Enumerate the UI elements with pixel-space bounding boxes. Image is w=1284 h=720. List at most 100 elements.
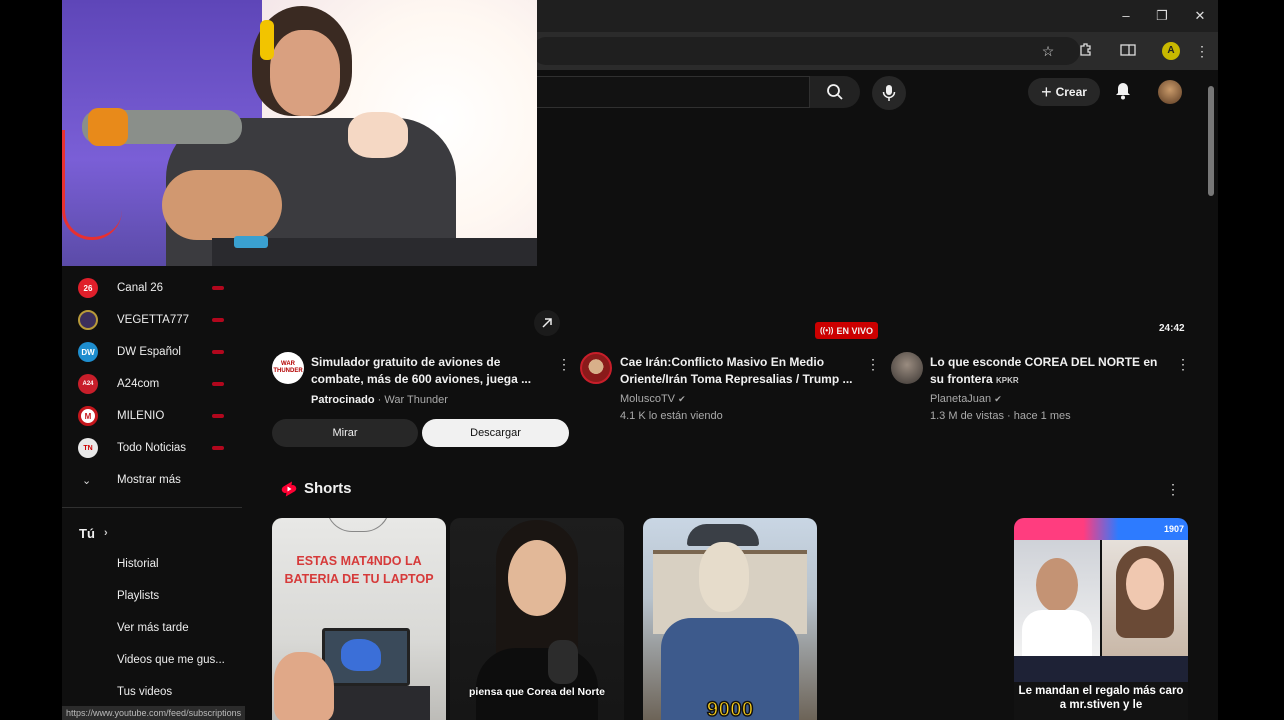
chevron-right-icon: › (104, 527, 108, 539)
create-button[interactable]: + Crear (1028, 78, 1100, 106)
sidebar-item-playlists[interactable]: Playlists (62, 582, 242, 610)
short-caption: piensa que Corea del Norte (469, 686, 605, 698)
short-item[interactable]: 1907 Le mandan el regalo más caro a mr.s… (1014, 518, 1188, 720)
keyboard-accent (234, 236, 268, 248)
live-badge: ((•)) EN VIVO (815, 322, 878, 339)
account-avatar[interactable] (1158, 80, 1182, 104)
bookmark-star-icon[interactable]: ☆ (1038, 41, 1058, 61)
close-icon[interactable]: ✕ (1190, 6, 1210, 26)
more-options-icon[interactable]: ⋮ (1176, 356, 1190, 373)
a24-logo-icon: A24 (78, 374, 98, 394)
video-title[interactable]: Cae Irán:Conflicto Masivo En Medio Orien… (620, 354, 860, 388)
sidebar-item-label: Videos que me gus... (117, 654, 225, 666)
sidebar-channel-a24[interactable]: A24 A24com (62, 370, 242, 398)
video-meta: Patrocinado · War Thunder (311, 394, 448, 406)
sidebar-item-watch-later[interactable]: Ver más tarde (62, 614, 242, 642)
channel-avatar[interactable] (580, 352, 612, 384)
face-shape (1036, 558, 1078, 612)
search-button[interactable] (810, 76, 860, 108)
short-item[interactable]: ESTAS MAT4NDO LA BATERIA DE TU LAPTOP (272, 518, 446, 720)
extensions-icon[interactable] (1076, 41, 1096, 61)
live-indicator-icon (212, 446, 224, 450)
sidebar-divider (62, 507, 242, 508)
notifications-button[interactable] (1112, 80, 1134, 102)
face-shape (508, 540, 566, 616)
sidebar-item-historial[interactable]: Historial (62, 550, 242, 578)
sidebar-item-your-videos[interactable]: Tus videos (62, 678, 242, 706)
search-input[interactable] (532, 76, 810, 108)
microphone-icon (882, 85, 896, 101)
reading-mode-icon[interactable] (1118, 41, 1138, 61)
gift-panel (1014, 656, 1188, 682)
video-title[interactable]: Simulador gratuito de aviones de combate… (311, 354, 541, 388)
more-vert-icon[interactable]: ⋮ (1192, 41, 1212, 61)
video-title[interactable]: Lo que esconde COREA DEL NORTE en su fro… (930, 354, 1166, 389)
channel-name-label: MoluscoTV (620, 393, 676, 405)
sidebar-channel-label: VEGETTA777 (117, 314, 190, 326)
more-options-icon[interactable]: ⋮ (557, 356, 571, 373)
voice-search-button[interactable] (872, 76, 906, 110)
live-indicator-icon (212, 414, 224, 418)
sidebar-channel-label: Canal 26 (117, 282, 164, 294)
sidebar-channel-label: MILENIO (117, 410, 165, 422)
short-caption: 9000 (706, 697, 754, 720)
duration-badge: 24:42 (1159, 323, 1185, 334)
webcam-overlay (62, 0, 537, 266)
search-icon (827, 84, 843, 100)
live-indicator-icon (212, 286, 224, 290)
sidebar-item-label: Tus videos (117, 686, 173, 698)
verified-icon: ✔ (994, 394, 1002, 404)
show-more-label: Mostrar más (117, 474, 181, 486)
channel-avatar[interactable] (891, 352, 923, 384)
open-external-button[interactable] (534, 310, 560, 336)
channel-name[interactable]: PlanetaJuan ✔ (930, 393, 1002, 405)
profile-avatar-icon[interactable]: A (1162, 42, 1180, 60)
short-item[interactable]: piensa que Corea del Norte (450, 518, 624, 720)
view-count: 1.3 M de vistas · hace 1 mes (930, 410, 1071, 422)
short-overlay-text: ESTAS MAT4NDO LA BATERIA DE TU LAPTOP (284, 554, 434, 586)
body-shape (476, 648, 598, 720)
shorts-more-options-icon[interactable]: ⋮ (1166, 481, 1180, 498)
channel-name[interactable]: War Thunder (384, 394, 448, 406)
chevron-down-icon: ⌄ (82, 474, 92, 487)
sidebar-channel-tn[interactable]: TN Todo Noticias (62, 434, 242, 462)
sidebar-channel-label: Todo Noticias (117, 442, 187, 454)
channel-name[interactable]: MoluscoTV ✔ (620, 393, 686, 405)
war-thunder-logo-icon[interactable]: WAR THUNDER (272, 352, 304, 384)
sidebar-item-label: Ver más tarde (117, 622, 189, 634)
watch-ad-button[interactable]: Mirar (272, 419, 418, 447)
viewer-count: 4.1 K lo están viendo (620, 410, 723, 422)
short-caption: Le mandan el regalo más caro a mr.stiven… (1018, 685, 1184, 711)
sidebar-channel-label: DW Español (117, 346, 181, 358)
microphone-image (548, 640, 578, 684)
channel-name-label: PlanetaJuan (930, 393, 992, 405)
sidebar-channel-canal26[interactable]: 26 Canal 26 (62, 274, 242, 302)
shorts-logo-icon (280, 480, 298, 498)
live-indicator-icon (212, 318, 224, 322)
restore-icon[interactable]: ❐ (1152, 6, 1172, 26)
download-ad-button[interactable]: Descargar (422, 419, 569, 447)
video-title-tag: KPKR (996, 376, 1019, 385)
more-options-icon[interactable]: ⋮ (866, 356, 880, 373)
sidebar-item-liked-videos[interactable]: Videos que me gus... (62, 646, 242, 674)
minimize-icon[interactable]: – (1116, 6, 1136, 26)
omnibox[interactable]: ☆ (532, 37, 1080, 65)
short-item[interactable]: 9000 (643, 518, 817, 720)
vegetta-logo-icon (78, 310, 98, 330)
sidebar-channel-vegetta[interactable]: VEGETTA777 (62, 306, 242, 334)
sidebar-item-label: Playlists (117, 590, 160, 602)
person-hand (348, 112, 408, 158)
plus-icon: + (1041, 82, 1052, 102)
live-signal-icon: ((•)) (820, 326, 834, 335)
you-section-link[interactable]: Tú › (62, 519, 242, 547)
sidebar-channel-dw[interactable]: DW DW Español (62, 338, 242, 366)
shorts-heading: Shorts (304, 480, 352, 497)
person-arm (162, 170, 282, 240)
show-more-button[interactable]: ⌄ Mostrar más (62, 466, 242, 494)
tn-logo-icon: TN (78, 438, 98, 458)
laptop-screen (322, 628, 410, 686)
sidebar-channel-label: A24com (117, 378, 160, 390)
sidebar-channel-milenio[interactable]: M MILENIO (62, 402, 242, 430)
verified-icon: ✔ (678, 394, 686, 404)
scrollbar[interactable] (1208, 86, 1214, 196)
